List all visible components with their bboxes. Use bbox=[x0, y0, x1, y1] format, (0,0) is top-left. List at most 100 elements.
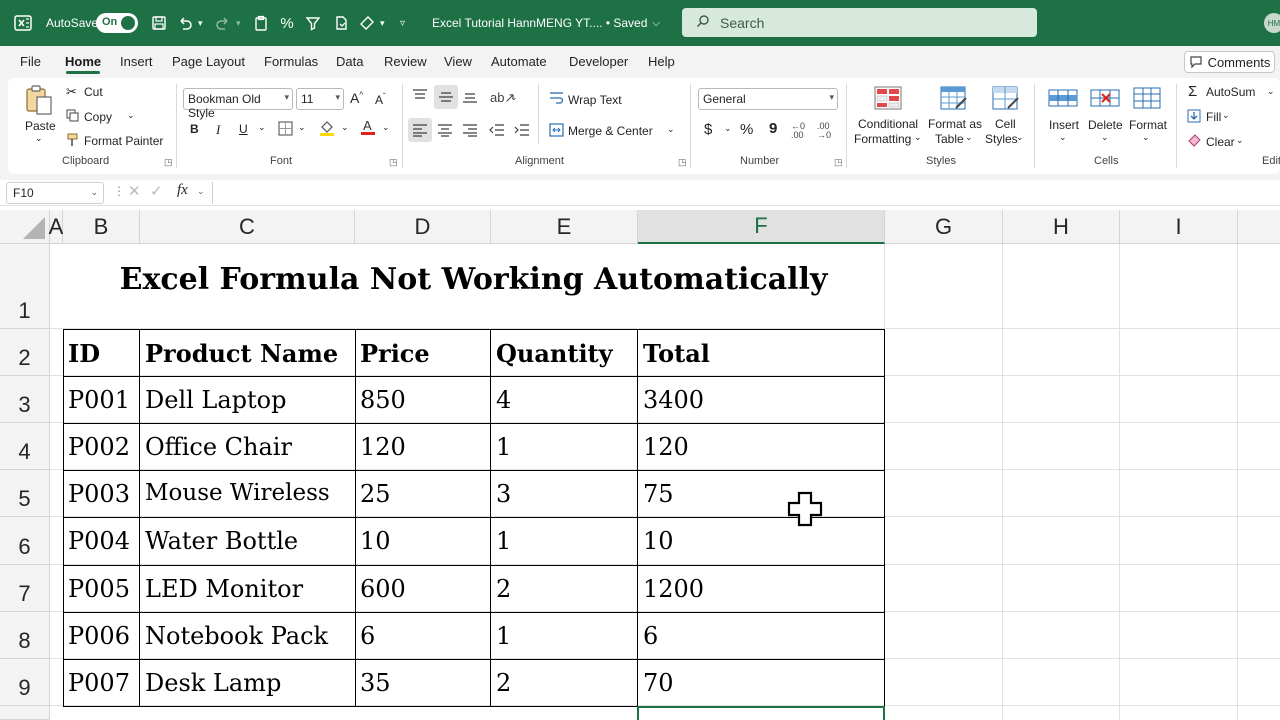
autosum-dropdown-icon[interactable]: ⌄ bbox=[1267, 86, 1275, 97]
conditional-formatting-dropdown-icon[interactable]: ⌄ bbox=[914, 132, 922, 143]
autosave-toggle[interactable]: On bbox=[96, 13, 138, 33]
borders-icon[interactable] bbox=[278, 121, 293, 139]
tab-developer[interactable]: Developer bbox=[569, 54, 628, 69]
cell-price[interactable]: 600 bbox=[360, 575, 406, 603]
align-right-icon[interactable] bbox=[462, 123, 478, 140]
cell-styles-line2[interactable]: Styles bbox=[985, 132, 1018, 146]
column-header-b[interactable]: B bbox=[63, 210, 140, 244]
cell-price[interactable]: 35 bbox=[360, 669, 391, 697]
fill-color-icon[interactable] bbox=[319, 119, 335, 140]
column-header-e[interactable]: E bbox=[491, 210, 638, 244]
merge-center-button[interactable]: Merge & Center bbox=[568, 124, 653, 138]
cell-total[interactable]: 3400 bbox=[643, 386, 704, 414]
filter-icon[interactable] bbox=[302, 12, 324, 34]
name-box[interactable]: F10 ⌄ bbox=[6, 182, 104, 204]
tab-home[interactable]: Home bbox=[65, 54, 101, 69]
excel-logo-icon[interactable] bbox=[12, 0, 34, 46]
cell-price[interactable]: 25 bbox=[360, 480, 391, 508]
number-format-select[interactable]: General ▾ bbox=[698, 88, 838, 110]
cell-id[interactable]: P006 bbox=[68, 622, 130, 650]
row-header-8[interactable]: 8 bbox=[0, 612, 50, 659]
redo-dropdown-icon[interactable]: ▾ bbox=[236, 0, 241, 46]
column-header-a[interactable]: A bbox=[49, 210, 63, 244]
header-id[interactable]: ID bbox=[68, 339, 100, 368]
fill-color-dropdown-icon[interactable]: ⌄ bbox=[341, 122, 349, 133]
tab-page-layout[interactable]: Page Layout bbox=[172, 54, 245, 69]
cell-total[interactable]: 120 bbox=[643, 433, 689, 461]
cancel-icon[interactable]: ✕ bbox=[128, 182, 141, 200]
tab-file[interactable]: File bbox=[20, 54, 41, 69]
orientation-dropdown-icon[interactable]: ⌄ bbox=[510, 92, 518, 103]
bottom-align-icon[interactable] bbox=[462, 90, 478, 107]
tab-view[interactable]: View bbox=[444, 54, 472, 69]
cell-id[interactable]: P003 bbox=[68, 480, 130, 508]
format-as-table-line1[interactable]: Format as bbox=[928, 117, 982, 131]
row-header-3[interactable]: 3 bbox=[0, 376, 50, 423]
italic-button[interactable]: I bbox=[216, 122, 220, 138]
row-header-2[interactable]: 2 bbox=[0, 329, 50, 376]
insert-function-button[interactable]: fx bbox=[177, 182, 188, 199]
cell-quantity[interactable]: 3 bbox=[496, 480, 511, 508]
document-title[interactable]: Excel Tutorial HannMENG YT.... • Saved ⌵ bbox=[432, 0, 660, 46]
borders-dropdown-icon[interactable]: ⌄ bbox=[298, 122, 306, 133]
header-quantity[interactable]: Quantity bbox=[496, 339, 613, 368]
save-icon[interactable] bbox=[148, 12, 170, 34]
merge-dropdown-icon[interactable]: ⌄ bbox=[667, 124, 675, 135]
column-header-f[interactable]: F bbox=[638, 210, 885, 244]
search-box[interactable]: Search bbox=[682, 8, 1037, 37]
customize-qat-icon[interactable]: ▿ bbox=[400, 0, 405, 46]
cell-id[interactable]: P002 bbox=[68, 433, 130, 461]
font-size-select[interactable]: 11 ▾ bbox=[296, 88, 344, 110]
cell-price[interactable]: 10 bbox=[360, 527, 391, 555]
column-header-i[interactable]: I bbox=[1120, 210, 1238, 244]
tab-insert[interactable]: Insert bbox=[120, 54, 153, 69]
increase-indent-icon[interactable] bbox=[514, 123, 530, 140]
clear-button[interactable]: Clear bbox=[1206, 135, 1235, 149]
font-name-select[interactable]: Bookman Old Style ▾ bbox=[183, 88, 293, 120]
cell-total[interactable]: 6 bbox=[643, 622, 658, 650]
tab-formulas[interactable]: Formulas bbox=[264, 54, 318, 69]
cell-product[interactable]: LED Monitor bbox=[145, 575, 303, 603]
increase-font-size-icon[interactable]: A^ bbox=[350, 90, 363, 106]
format-as-table-line2[interactable]: Table bbox=[935, 132, 964, 146]
paste-icon[interactable] bbox=[24, 84, 54, 115]
cell-product[interactable]: Water Bottle bbox=[145, 527, 298, 555]
font-color-dropdown-icon[interactable]: ⌄ bbox=[382, 122, 390, 133]
enter-icon[interactable]: ✓ bbox=[150, 182, 163, 200]
fx-dropdown-icon[interactable]: ⌄ bbox=[197, 186, 205, 197]
avatar[interactable]: HM bbox=[1264, 13, 1280, 33]
cell-price[interactable]: 120 bbox=[360, 433, 406, 461]
undo-dropdown-icon[interactable]: ▾ bbox=[198, 0, 203, 46]
row-header-4[interactable]: 4 bbox=[0, 423, 50, 470]
cell-product[interactable]: Dell Laptop bbox=[145, 386, 287, 414]
row-header-7[interactable]: 7 bbox=[0, 565, 50, 612]
comments-button[interactable]: Comments bbox=[1184, 51, 1275, 73]
alignment-launcher-icon[interactable]: ◳ bbox=[678, 157, 687, 168]
top-align-icon[interactable] bbox=[412, 88, 428, 105]
cell-price[interactable]: 850 bbox=[360, 386, 406, 414]
underline-dropdown-icon[interactable]: ⌄ bbox=[258, 122, 266, 133]
format-cells-button[interactable]: Format bbox=[1129, 118, 1167, 132]
cell-product[interactable]: Office Chair bbox=[145, 433, 292, 461]
copy-dropdown-icon[interactable]: ⌄ bbox=[127, 110, 135, 121]
conditional-formatting-line2[interactable]: Formatting bbox=[854, 132, 911, 146]
currency-dropdown-icon[interactable]: ⌄ bbox=[724, 123, 732, 134]
row-header-9[interactable]: 9 bbox=[0, 659, 50, 706]
cell-id[interactable]: P001 bbox=[68, 386, 130, 414]
fill-button[interactable]: Fill bbox=[1206, 110, 1221, 124]
tab-data[interactable]: Data bbox=[336, 54, 363, 69]
bold-button[interactable]: B bbox=[190, 122, 199, 136]
delete-cells-button[interactable]: Delete bbox=[1088, 118, 1123, 132]
decrease-font-size-icon[interactable]: Aˇ bbox=[375, 92, 386, 107]
currency-button[interactable]: $ bbox=[704, 121, 712, 138]
align-left-icon[interactable] bbox=[408, 118, 432, 142]
clipboard-launcher-icon[interactable]: ◳ bbox=[164, 157, 173, 168]
decrease-decimal-icon[interactable]: .00 →0 bbox=[817, 122, 831, 140]
decrease-indent-icon[interactable] bbox=[489, 123, 505, 140]
row-header-6[interactable]: 6 bbox=[0, 517, 50, 565]
tab-automate[interactable]: Automate bbox=[491, 54, 547, 69]
format-painter-button[interactable]: Format Painter bbox=[84, 134, 163, 148]
percent-style-icon[interactable]: % bbox=[276, 12, 298, 34]
row-header-5[interactable]: 5 bbox=[0, 470, 50, 517]
active-cell-selection[interactable] bbox=[637, 706, 885, 720]
